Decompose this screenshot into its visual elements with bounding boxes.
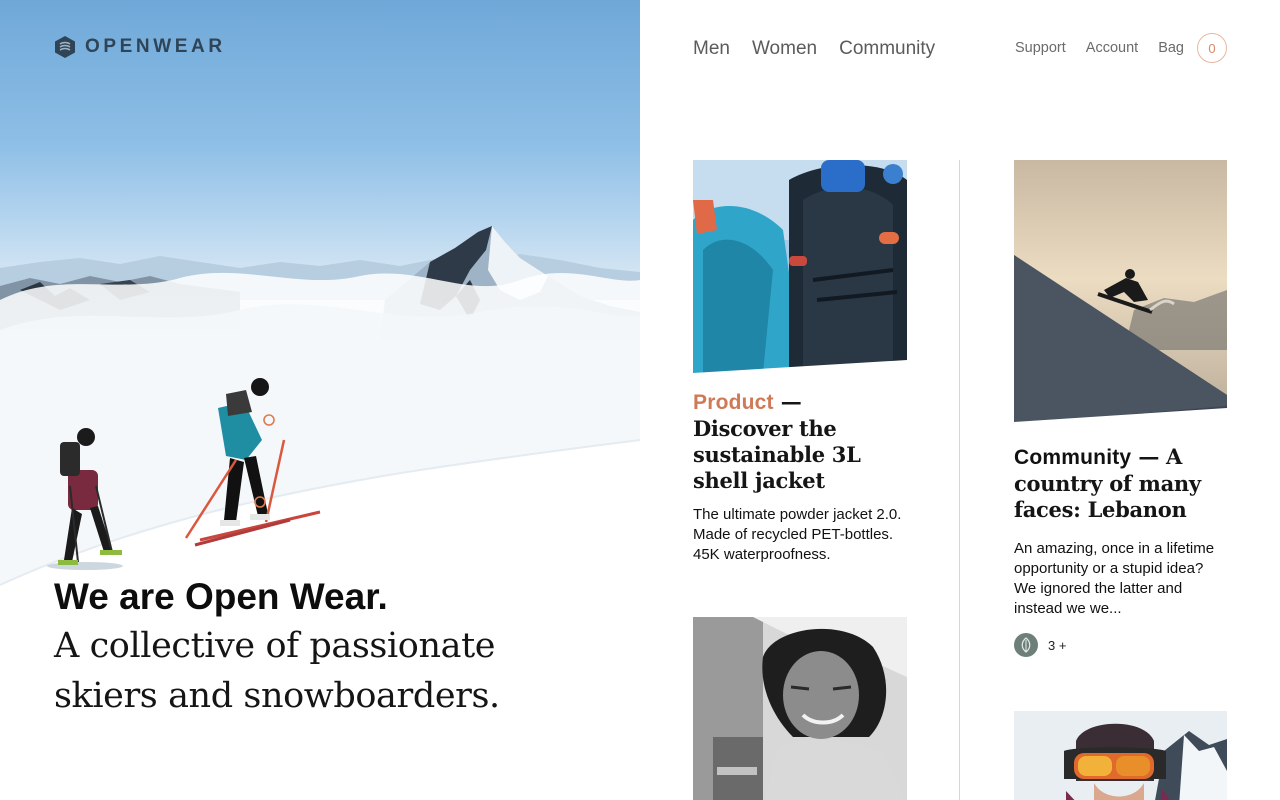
product-card-headline[interactable]: Product — Discover the sustainable 3L sh… xyxy=(693,389,907,494)
brand-name: OPENWEAR xyxy=(85,36,226,57)
leaf-avatar-icon[interactable] xyxy=(1014,633,1038,657)
comment-count[interactable]: 3 + xyxy=(1048,638,1066,653)
hero-title: We are Open Wear. xyxy=(54,576,388,617)
goggles-photo xyxy=(1014,711,1227,800)
product-card-image[interactable] xyxy=(693,160,907,373)
column-divider xyxy=(959,160,960,800)
hero-section: OPENWEAR We are Open Wear. A collective … xyxy=(0,0,640,800)
product-tag: Product xyxy=(693,391,774,414)
hero-subtitle-line-1: A collective of passionate xyxy=(54,626,496,666)
snowboarder-photo xyxy=(1014,160,1227,424)
nav-link-men[interactable]: Men xyxy=(693,36,730,62)
community-card[interactable]: Community — A country of many faces: Leb… xyxy=(1014,160,1227,657)
nav-link-community[interactable]: Community xyxy=(839,36,935,62)
support-link[interactable]: Support xyxy=(1015,40,1066,56)
openwear-logo-icon xyxy=(55,36,75,58)
community-card-image[interactable] xyxy=(1014,160,1227,424)
bag-link[interactable]: Bag xyxy=(1158,40,1184,56)
portrait-card-image[interactable] xyxy=(693,617,907,800)
community-card-meta: 3 + xyxy=(1014,633,1227,657)
goggles-card[interactable] xyxy=(1014,711,1227,800)
utility-nav: Support Account Bag 0 xyxy=(995,33,1227,63)
product-card[interactable]: Product — Discover the sustainable 3L sh… xyxy=(693,160,907,565)
goggles-card-image[interactable] xyxy=(1014,711,1227,800)
community-card-headline[interactable]: Community — A country of many faces: Leb… xyxy=(1014,444,1227,523)
nav-link-women[interactable]: Women xyxy=(752,36,817,62)
portrait-card[interactable] xyxy=(693,617,907,800)
product-card-body: The ultimate powder jacket 2.0. Made of … xyxy=(693,506,902,563)
bag-count-badge[interactable]: 0 xyxy=(1197,33,1227,63)
hero-subtitle-line-2: skiers and snowboarders. xyxy=(54,676,500,716)
main-nav: Men Women Community xyxy=(693,36,935,62)
account-link[interactable]: Account xyxy=(1086,40,1138,56)
seamstress-photo xyxy=(693,617,907,800)
backpacks-photo xyxy=(693,160,907,373)
leaf-icon xyxy=(1021,637,1031,653)
hero-copy: We are Open Wear. A collective of passio… xyxy=(54,573,614,721)
brand-logo[interactable]: OPENWEAR xyxy=(53,35,226,59)
community-card-body: An amazing, once in a lifetime opportuni… xyxy=(1014,540,1215,617)
community-tag: Community xyxy=(1014,446,1132,469)
